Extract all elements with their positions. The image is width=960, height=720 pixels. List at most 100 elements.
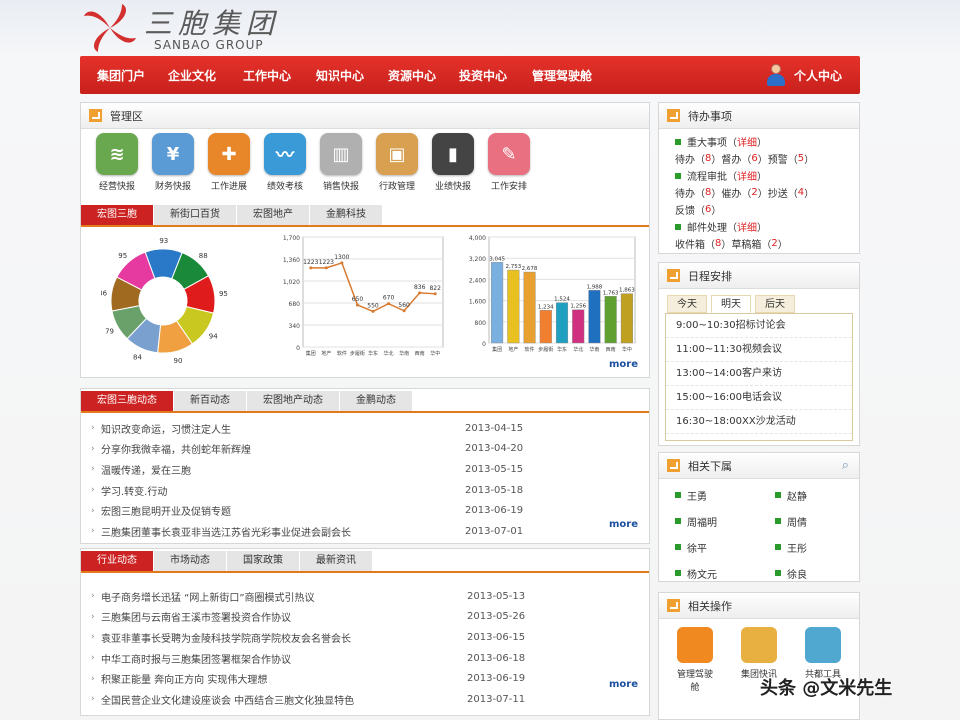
- list-item[interactable]: › 电子商务增长迅猛 “网上新街口”商圈模式引热议 2013-05-13: [91, 586, 541, 607]
- list-item[interactable]: 周福明: [675, 513, 775, 529]
- x-tick-label: 集团: [306, 350, 316, 357]
- list-item[interactable]: › 学习.转变.行动 2013-05-18: [91, 480, 541, 501]
- more-link[interactable]: more: [609, 519, 638, 530]
- tab-xinjiekou[interactable]: 新街口百货: [154, 205, 237, 225]
- nav-item-resource[interactable]: 资源中心: [388, 67, 436, 84]
- data-label: 650: [352, 296, 364, 303]
- app-sales-report[interactable]: ▥ 销售快报: [319, 133, 363, 192]
- count-label: 草稿箱: [731, 240, 762, 251]
- app-work-progress[interactable]: ✚ 工作进展: [207, 133, 251, 192]
- bullet-icon: [675, 570, 681, 576]
- x-tick-label: 华北: [573, 346, 583, 353]
- list-item[interactable]: › 袁亚非董事长受聘为金陵科技学院商学院校友会名誉会长 2013-06-15: [91, 627, 541, 648]
- list-item[interactable]: › 中华工商时报与三胞集团签署框架合作协议 2013-06-18: [91, 648, 541, 669]
- list-item[interactable]: › 分享你我微幸福，共创蛇年新辉煌 2013-04-20: [91, 439, 541, 460]
- count-value[interactable]: 6: [705, 204, 711, 215]
- nav-item-culture[interactable]: 企业文化: [168, 67, 216, 84]
- count-value[interactable]: 5: [798, 153, 804, 164]
- nav-item-cockpit[interactable]: 管理驾驶舱: [532, 67, 592, 84]
- personal-center-label: 个人中心: [793, 68, 842, 83]
- nav-item-portal[interactable]: 集团门户: [97, 67, 145, 84]
- count-value[interactable]: 2: [771, 238, 777, 249]
- line-point: [309, 266, 313, 270]
- count-value[interactable]: 4: [798, 187, 804, 198]
- todo-flow-label: 流程审批: [687, 172, 727, 183]
- tab-industry[interactable]: 行业动态: [81, 551, 154, 571]
- news-date: 2013-06-18: [467, 652, 526, 664]
- data-label: 550: [367, 302, 379, 309]
- detail-link[interactable]: 详细: [737, 134, 757, 149]
- schedule-item[interactable]: 16:30~18:00XX沙龙活动: [666, 410, 852, 434]
- count-value[interactable]: 6: [751, 153, 757, 164]
- tab-hongtu-sanbao[interactable]: 宏图三胞: [81, 205, 154, 225]
- list-item[interactable]: 王勇: [675, 487, 775, 503]
- list-item[interactable]: › 全国民营企业文化建设座谈会 中西结合三胞文化独显特色 2013-07-11: [91, 689, 541, 710]
- count-value[interactable]: 2: [751, 187, 757, 198]
- tab-latest[interactable]: 最新资讯: [300, 551, 373, 571]
- more-link[interactable]: more: [609, 679, 638, 690]
- list-item[interactable]: › 温暖传递，爱在三胞 2013-05-15: [91, 459, 541, 480]
- tab-hongtu-realestate[interactable]: 宏图地产: [237, 205, 310, 225]
- tab-xinbai-news[interactable]: 新百动态: [174, 391, 247, 411]
- brand-name-cn: 三胞集团: [144, 7, 281, 40]
- schedule-tabs: 今天 明天 后天: [667, 295, 795, 313]
- section-arrow-icon: [667, 269, 680, 282]
- nav-item-work[interactable]: 工作中心: [243, 67, 291, 84]
- bar: [620, 293, 633, 344]
- tab-tomorrow[interactable]: 明天: [711, 295, 751, 313]
- list-item[interactable]: › 三胞集团董事长袁亚非当选江苏省光彩事业促进会副会长 2013-07-01: [91, 521, 541, 542]
- count-value[interactable]: 8: [705, 153, 711, 164]
- todo-header: 待办事项: [659, 103, 859, 129]
- detail-link[interactable]: 详细: [737, 219, 757, 234]
- tab-policy[interactable]: 国家政策: [227, 551, 300, 571]
- news-title: 学习.转变.行动: [101, 486, 168, 498]
- app-results-report[interactable]: ▮ 业绩快报: [431, 133, 475, 192]
- schedule-item[interactable]: 15:00~16:00电话会议: [666, 386, 852, 410]
- tab-today[interactable]: 今天: [667, 295, 707, 313]
- person-name: 杨文元: [687, 569, 717, 581]
- app-admin[interactable]: ▣ 行政管理: [375, 133, 419, 192]
- tab-market[interactable]: 市场动态: [154, 551, 227, 571]
- todo-major[interactable]: 重大事项（详细）: [659, 133, 859, 150]
- nav-item-knowledge[interactable]: 知识中心: [316, 67, 364, 84]
- todo-flow[interactable]: 流程审批（详细）: [659, 167, 859, 184]
- search-icon[interactable]: ⌕: [842, 458, 849, 473]
- nav-item-investment[interactable]: 投资中心: [459, 67, 507, 84]
- app-work-schedule[interactable]: ✎ 工作安排: [487, 133, 531, 192]
- bar: [572, 309, 585, 344]
- schedule-item[interactable]: 9:00~10:30招标讨论会: [666, 314, 852, 338]
- personal-center-link[interactable]: 个人中心: [766, 64, 842, 86]
- list-item[interactable]: › 宏图三胞昆明开业及促销专题 2013-06-19: [91, 500, 541, 521]
- list-item[interactable]: 徐良: [775, 565, 845, 581]
- data-label: 1,988: [587, 284, 603, 290]
- app-performance[interactable]: 〰 绩效考核: [263, 133, 307, 192]
- app-business-report[interactable]: ≋ 经营快报: [95, 133, 139, 192]
- count-label: 待办: [675, 189, 695, 200]
- list-item[interactable]: 徐平: [675, 539, 775, 555]
- list-item[interactable]: › 三胞集团与云南省王溪市签署投资合作协议 2013-05-26: [91, 607, 541, 628]
- todo-title: 待办事项: [688, 109, 732, 123]
- schedule-item[interactable]: 11:00~11:30视频会议: [666, 338, 852, 362]
- tab-jinpeng-tech[interactable]: 金鹏科技: [310, 205, 383, 225]
- more-link[interactable]: more: [609, 359, 638, 370]
- count-value[interactable]: 8: [715, 238, 721, 249]
- list-item[interactable]: › 知识改变命运，习惯注定人生 2013-04-15: [91, 418, 541, 439]
- list-item[interactable]: › 积聚正能量 奔向正方向 实现伟大理想 2013-06-19: [91, 668, 541, 689]
- op-cockpit[interactable]: 管理驾驶舱: [675, 627, 715, 693]
- bullet-icon: [775, 492, 781, 498]
- list-item[interactable]: 周倩: [775, 513, 845, 529]
- list-item[interactable]: 杨文元: [675, 565, 775, 581]
- schedule-item[interactable]: 13:00~14:00客户来访: [666, 362, 852, 386]
- tab-realestate-news[interactable]: 宏图地产动态: [247, 391, 340, 411]
- count-value[interactable]: 8: [705, 187, 711, 198]
- todo-mail[interactable]: 邮件处理（详细）: [659, 218, 859, 235]
- app-finance-report[interactable]: ¥ 财务快报: [151, 133, 195, 192]
- list-item[interactable]: 王彤: [775, 539, 845, 555]
- tab-jinpeng-news[interactable]: 金鹏动态: [340, 391, 413, 411]
- list-item[interactable]: 赵静: [775, 487, 845, 503]
- tab-hongtu-news[interactable]: 宏图三胞动态: [81, 391, 174, 411]
- line-point: [418, 291, 422, 295]
- line-point: [324, 266, 328, 270]
- tab-day-after[interactable]: 后天: [755, 295, 795, 313]
- detail-link[interactable]: 详细: [737, 168, 757, 183]
